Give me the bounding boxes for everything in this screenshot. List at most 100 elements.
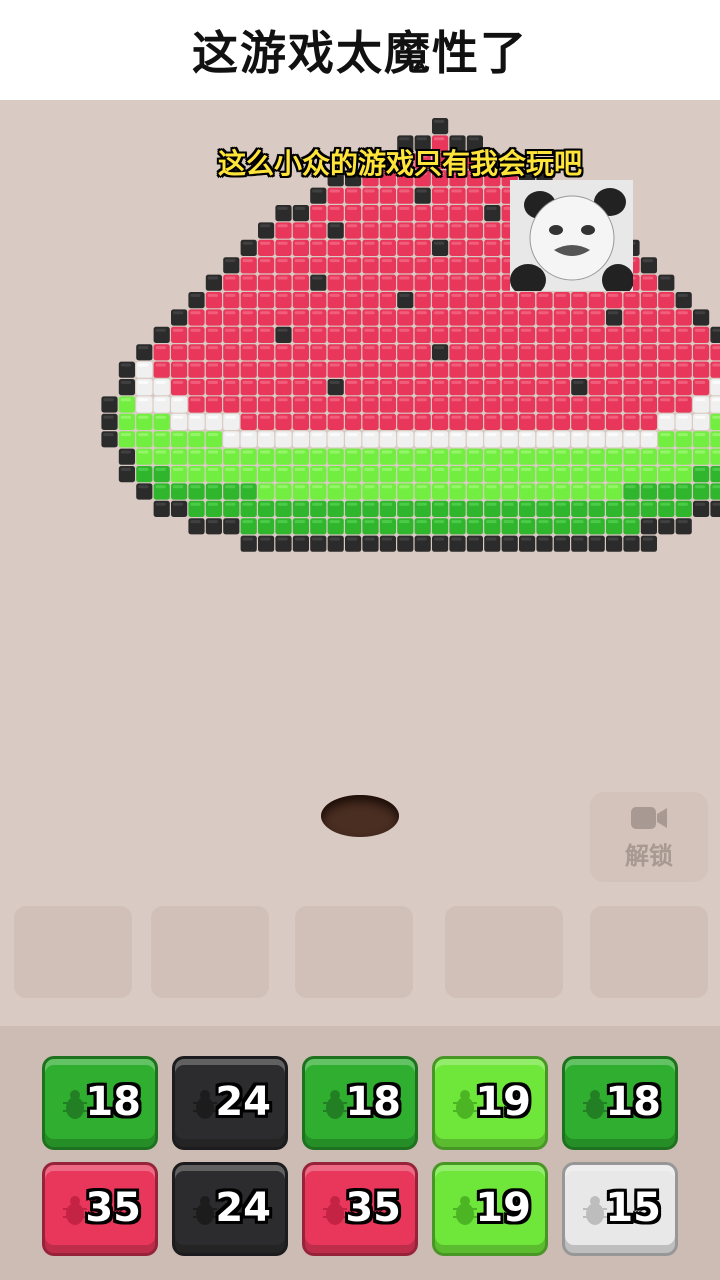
number-tile[interactable]: 18 (562, 1056, 678, 1150)
pixel-highlight (416, 502, 427, 506)
pixel-highlight (520, 380, 532, 384)
pixel-highlight (103, 433, 114, 437)
pixel-highlight (207, 450, 219, 454)
tile-count: 15 (605, 1185, 661, 1231)
number-tile[interactable]: 35 (42, 1162, 158, 1256)
pixel-highlight (660, 276, 671, 280)
pixel-highlight (433, 415, 445, 419)
pixel-highlight (364, 206, 375, 210)
number-tile[interactable]: 18 (302, 1056, 418, 1150)
pixel-highlight (555, 485, 567, 489)
pixel-highlight (190, 433, 201, 437)
pixel-highlight (677, 450, 688, 454)
pixel-highlight (259, 328, 271, 332)
pixel-highlight (642, 293, 654, 297)
pixel-highlight (520, 398, 532, 402)
pixel-highlight (451, 189, 462, 193)
pixel-highlight (242, 467, 253, 471)
pixel-highlight (172, 467, 184, 471)
unlock-slot-button[interactable]: 解锁 (590, 792, 708, 882)
pixel-highlight (520, 520, 532, 524)
number-tile[interactable]: 15 (562, 1162, 678, 1256)
pixel-highlight (312, 189, 323, 193)
pixel-highlight (399, 276, 410, 280)
pixel-highlight (433, 502, 445, 506)
pixel-highlight (642, 467, 654, 471)
pixel-highlight (277, 380, 288, 384)
pixel-highlight (242, 380, 253, 384)
pixel-highlight (694, 363, 706, 367)
pixel-highlight (155, 415, 166, 419)
pixel-highlight (416, 467, 427, 471)
pixel-highlight (573, 520, 584, 524)
pixel-highlight (486, 467, 497, 471)
tile-tray: 18 24 18 19 18 35 24 35 19 15 (0, 1026, 720, 1280)
pixel-highlight (138, 346, 149, 350)
pixel-highlight (259, 467, 271, 471)
pixel-highlight (381, 502, 393, 506)
number-tile[interactable]: 19 (432, 1162, 548, 1256)
pixel-highlight (486, 415, 497, 419)
pixel-highlight (381, 241, 393, 245)
pixel-highlight (468, 311, 480, 315)
pixel-highlight (486, 311, 497, 315)
pixel-highlight (399, 398, 410, 402)
pixel-highlight (172, 380, 184, 384)
pixel-highlight (451, 363, 462, 367)
pixel-highlight (138, 467, 149, 471)
pixel-highlight (642, 502, 654, 506)
pixel-highlight (364, 189, 375, 193)
pixel-highlight (277, 224, 288, 228)
pixel-highlight (277, 433, 288, 437)
pixel-highlight (607, 380, 619, 384)
pixel-highlight (329, 311, 340, 315)
number-tile[interactable]: 19 (432, 1056, 548, 1150)
pixel-highlight (242, 520, 253, 524)
pixel-highlight (207, 380, 219, 384)
pixel-highlight (225, 363, 236, 367)
pixel-highlight (364, 276, 375, 280)
pixel-highlight (381, 259, 393, 263)
pixel-highlight (416, 259, 427, 263)
pixel-highlight (660, 311, 671, 315)
pixel-highlight (433, 206, 445, 210)
pixel-highlight (660, 433, 671, 437)
holding-slot (590, 906, 708, 998)
pixel-highlight (207, 276, 219, 280)
tile-count: 19 (475, 1079, 531, 1125)
pixel-highlight (381, 485, 393, 489)
pixel-highlight (399, 415, 410, 419)
pixel-highlight (346, 520, 358, 524)
number-tile[interactable]: 24 (172, 1056, 288, 1150)
pixel-highlight (433, 467, 445, 471)
pixel-highlight (538, 380, 549, 384)
pixel-highlight (451, 398, 462, 402)
pixel-highlight (416, 328, 427, 332)
pixel-highlight (190, 450, 201, 454)
pixel-highlight (225, 398, 236, 402)
pixel-highlight (225, 502, 236, 506)
pixel-highlight (346, 485, 358, 489)
pixel-highlight (138, 398, 149, 402)
number-tile[interactable]: 24 (172, 1162, 288, 1256)
pixel-highlight (312, 520, 323, 524)
pixel-highlight (660, 293, 671, 297)
pixel-highlight (399, 293, 410, 297)
pixel-highlight (346, 276, 358, 280)
pixel-highlight (486, 259, 497, 263)
pixel-highlight (242, 450, 253, 454)
pixel-highlight (468, 415, 480, 419)
pixel-highlight (416, 206, 427, 210)
pixel-highlight (590, 363, 601, 367)
pixel-highlight (433, 485, 445, 489)
pixel-highlight (433, 276, 445, 280)
pixel-highlight (225, 328, 236, 332)
pixel-highlight (433, 328, 445, 332)
pixel-highlight (312, 259, 323, 263)
pixel-highlight (225, 450, 236, 454)
number-tile[interactable]: 18 (42, 1056, 158, 1150)
pixel-highlight (381, 311, 393, 315)
number-tile[interactable]: 35 (302, 1162, 418, 1256)
pixel-highlight (468, 224, 480, 228)
pixel-highlight (660, 520, 671, 524)
